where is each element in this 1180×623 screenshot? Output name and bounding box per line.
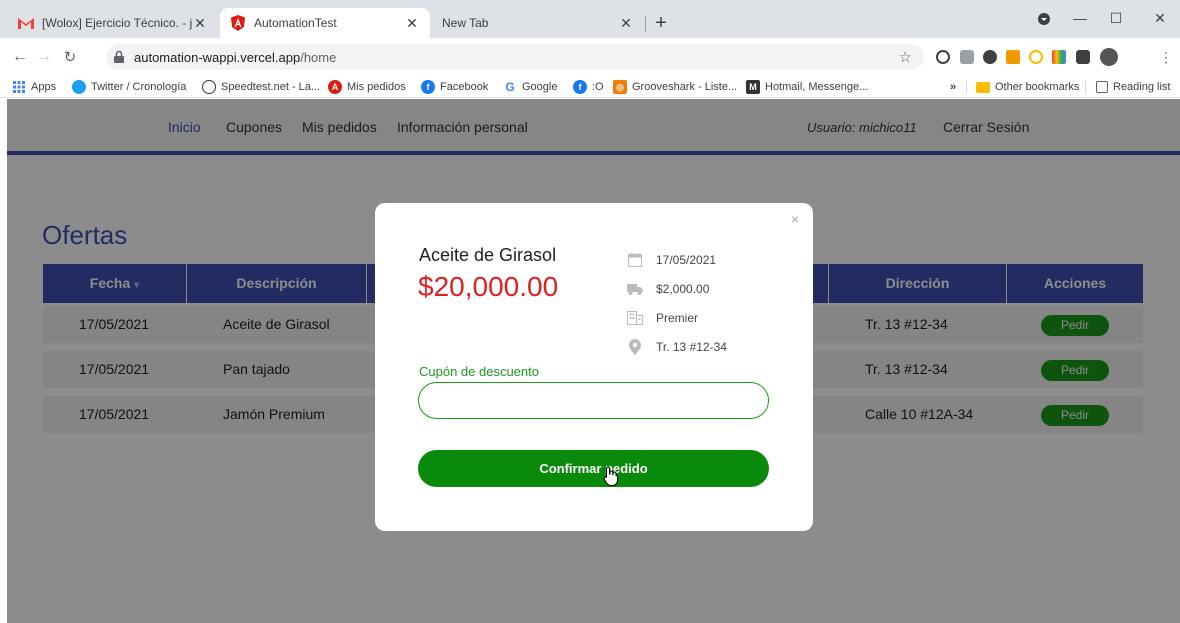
bookmark-apps[interactable]: Apps bbox=[12, 79, 56, 95]
truck-icon bbox=[627, 281, 643, 297]
profile-icon[interactable] bbox=[1032, 7, 1056, 31]
coupon-label: Cupón de descuento bbox=[419, 364, 539, 379]
tab-title: AutomationTest bbox=[254, 16, 337, 30]
bookmark-label: Grooveshark - Liste... bbox=[632, 81, 738, 93]
minimize-icon[interactable]: — bbox=[1068, 6, 1092, 30]
browser-toolbar: ← → ↻ automation-wappi.vercel.app/home ☆… bbox=[0, 38, 1180, 76]
extension-icon[interactable] bbox=[983, 50, 997, 64]
twitter-icon bbox=[72, 80, 86, 94]
hotmail-icon: M bbox=[746, 80, 760, 94]
bookmark-label: Twitter / Cronología bbox=[91, 81, 187, 93]
bookmarks-divider bbox=[1085, 80, 1086, 94]
tab-gmail[interactable]: [Wolox] Ejercicio Técnico. - johnd ✕ bbox=[8, 8, 218, 38]
angular-icon: A bbox=[328, 80, 342, 94]
tab-new-tab[interactable]: New Tab ✕ bbox=[432, 8, 644, 38]
extension-icon[interactable] bbox=[1006, 50, 1020, 64]
tab-title: New Tab bbox=[442, 16, 489, 30]
bookmark-facebook[interactable]: f Facebook bbox=[421, 79, 488, 95]
close-icon[interactable]: ✕ bbox=[404, 15, 420, 31]
speedtest-icon bbox=[202, 80, 216, 94]
apps-grid-icon bbox=[12, 80, 26, 94]
lock-icon bbox=[114, 50, 128, 64]
url-host: automation-wappi.vercel.app bbox=[134, 49, 301, 65]
order-modal: × Aceite de Girasol $20,000.00 17/05/202… bbox=[375, 203, 813, 531]
delivery-address: Tr. 13 #12-34 bbox=[656, 340, 727, 354]
shipping-cost: $2,000.00 bbox=[656, 282, 710, 296]
bookmark-o[interactable]: f :O bbox=[573, 79, 604, 95]
tab-divider bbox=[645, 16, 646, 32]
maximize-icon[interactable]: ☐ bbox=[1104, 6, 1128, 30]
hand-cursor-icon bbox=[603, 466, 619, 486]
bookmark-label: :O bbox=[592, 81, 604, 93]
modal-close-button[interactable]: × bbox=[791, 211, 799, 227]
reading-list[interactable]: Reading list bbox=[1096, 79, 1170, 95]
order-date: 17/05/2021 bbox=[656, 253, 717, 267]
bookmark-other[interactable]: Other bookmarks bbox=[976, 79, 1079, 95]
building-icon bbox=[627, 310, 643, 326]
bookmark-speedtest[interactable]: Speedtest.net - La... bbox=[202, 79, 320, 95]
info-address: Tr. 13 #12-34 bbox=[627, 338, 727, 356]
address-bar[interactable]: automation-wappi.vercel.app/home ☆ bbox=[106, 44, 924, 70]
avatar[interactable] bbox=[1100, 48, 1118, 66]
product-name: Aceite de Girasol bbox=[419, 245, 557, 265]
bookmark-label: Reading list bbox=[1113, 81, 1171, 93]
grooveshark-icon: ◎ bbox=[613, 80, 627, 94]
window-close-icon[interactable]: ✕ bbox=[1148, 6, 1172, 30]
kebab-menu-icon[interactable]: ⋮ bbox=[1156, 47, 1176, 67]
confirm-order-button[interactable]: Confirmar pedido bbox=[418, 450, 769, 487]
bookmarks-divider bbox=[966, 80, 967, 94]
camera-extension-icon[interactable] bbox=[960, 50, 974, 64]
bookmark-twitter[interactable]: Twitter / Cronología bbox=[72, 79, 186, 95]
extension-icon[interactable] bbox=[936, 50, 950, 64]
extension-icon[interactable] bbox=[1052, 50, 1066, 64]
web-page: Inicio Cupones Mis pedidos Información p… bbox=[0, 99, 1180, 623]
bookmark-grooveshark[interactable]: ◎ Grooveshark - Liste... bbox=[613, 79, 737, 95]
store-name: Premier bbox=[656, 311, 699, 325]
info-shipping: $2,000.00 bbox=[627, 280, 709, 298]
facebook-icon: f bbox=[573, 80, 587, 94]
bookmark-label: Speedtest.net - La... bbox=[221, 81, 321, 93]
reading-list-icon bbox=[1096, 81, 1108, 93]
gmail-icon bbox=[18, 15, 34, 31]
bookmark-label: Apps bbox=[31, 81, 57, 93]
info-date: 17/05/2021 bbox=[627, 251, 716, 269]
tab-title: [Wolox] Ejercicio Técnico. - johnd bbox=[42, 16, 192, 30]
back-icon[interactable]: ← bbox=[10, 47, 30, 67]
bookmarks-bar: Apps Twitter / Cronología Speedtest.net … bbox=[0, 76, 1180, 98]
bookmark-label: Other bookmarks bbox=[995, 81, 1080, 93]
bookmark-mis-pedidos[interactable]: A Mis pedidos bbox=[328, 79, 406, 95]
bookmark-star-icon[interactable]: ☆ bbox=[899, 48, 912, 66]
forward-icon[interactable]: → bbox=[34, 47, 54, 67]
product-price: $20,000.00 bbox=[418, 271, 559, 302]
bookmark-label: Hotmail, Messenge... bbox=[765, 81, 869, 93]
facebook-icon: f bbox=[421, 80, 435, 94]
info-store: Premier bbox=[627, 309, 698, 327]
map-pin-icon bbox=[627, 339, 643, 355]
bookmark-google[interactable]: G Google bbox=[503, 79, 557, 95]
browser-tab-strip: [Wolox] Ejercicio Técnico. - johnd ✕ Aut… bbox=[0, 0, 1180, 38]
new-tab-button[interactable]: + bbox=[650, 13, 672, 35]
page-left-edge bbox=[0, 99, 7, 623]
url-path: /home bbox=[300, 49, 337, 65]
tab-automationtest[interactable]: AutomationTest ✕ bbox=[220, 8, 430, 38]
folder-icon bbox=[976, 81, 990, 93]
angular-icon bbox=[230, 15, 246, 31]
bookmarks-more[interactable]: » bbox=[950, 79, 956, 95]
google-icon: G bbox=[505, 80, 515, 94]
puzzle-icon[interactable] bbox=[1076, 50, 1090, 64]
extension-icon[interactable] bbox=[1029, 50, 1043, 64]
bookmark-label: Google bbox=[522, 81, 558, 93]
reload-icon[interactable]: ↻ bbox=[60, 47, 80, 67]
bookmark-label: Facebook bbox=[440, 81, 489, 93]
close-icon[interactable]: ✕ bbox=[618, 15, 634, 31]
bookmark-label: Mis pedidos bbox=[347, 81, 406, 93]
coupon-input[interactable] bbox=[418, 382, 769, 419]
close-icon[interactable]: ✕ bbox=[192, 15, 208, 31]
bookmark-hotmail[interactable]: M Hotmail, Messenge... bbox=[746, 79, 868, 95]
calendar-icon bbox=[627, 252, 643, 268]
